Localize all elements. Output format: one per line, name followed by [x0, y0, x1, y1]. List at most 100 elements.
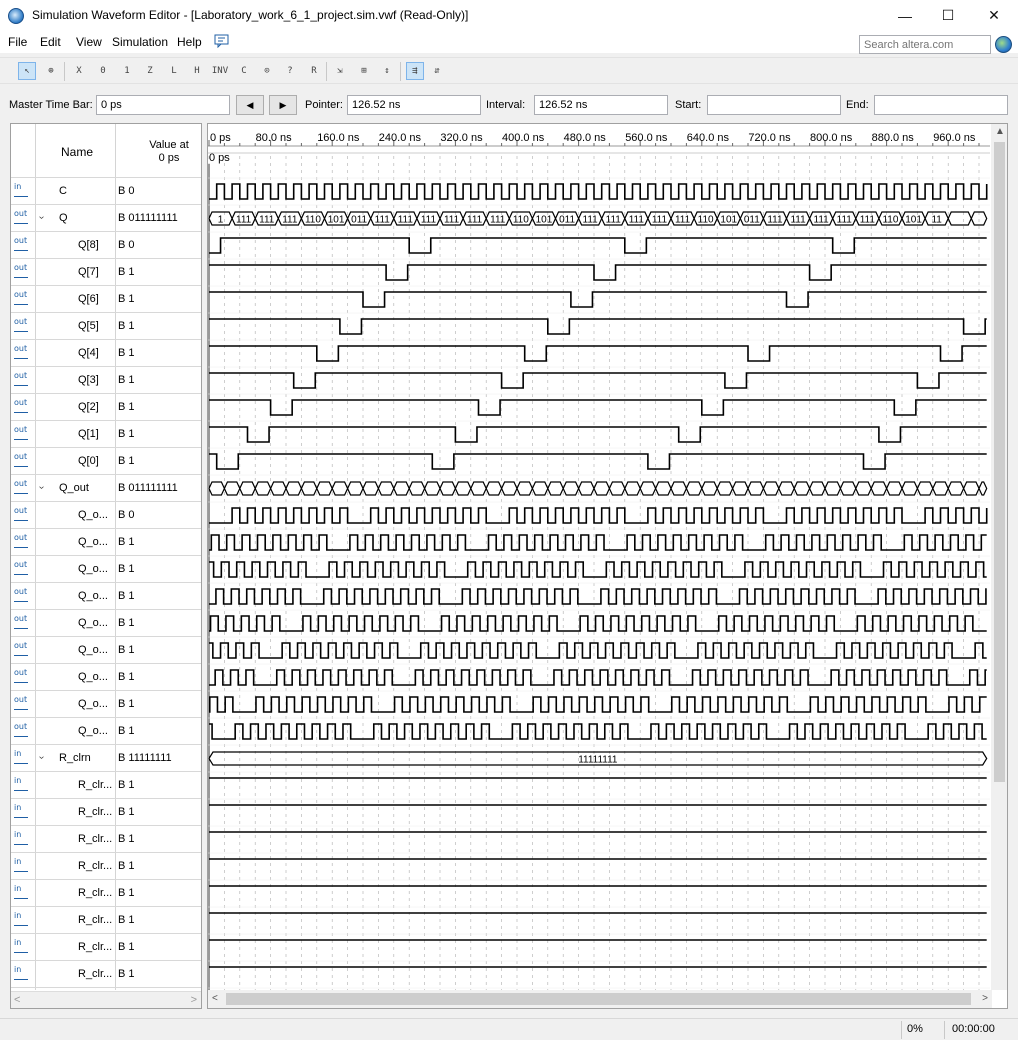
feedback-icon[interactable] [214, 34, 230, 48]
weak-low-icon[interactable]: L [165, 62, 183, 80]
show-grid-icon[interactable]: ⊞ [355, 62, 373, 80]
signal-row[interactable]: in R_clr... B 1 [11, 961, 201, 988]
signal-row[interactable]: in › R_clrn B 11111111 [11, 745, 201, 772]
group-icon[interactable]: ⇶ [406, 62, 424, 80]
globe-icon[interactable] [995, 36, 1012, 53]
bus-value-label: 111 [375, 215, 391, 226]
prev-transition-button[interactable]: ◀ [236, 95, 264, 115]
ungroup-icon[interactable]: ⇵ [428, 62, 446, 80]
signal-row[interactable]: out › Q_out B 011111111 [11, 475, 201, 502]
forcing-high-icon[interactable]: 1 [118, 62, 136, 80]
signal-name: Q[8] [78, 239, 99, 251]
waveform-canvas[interactable]: 0 ps 80.0 ns 160.0 ns 240.0 ns 320.0 ns 400.0… [208, 124, 992, 990]
menu-simulation[interactable]: Simulation [112, 35, 168, 49]
signal-row[interactable]: out Q[6] B 1 [11, 286, 201, 313]
cursor-label: 0 ps [209, 152, 230, 164]
expand-chevron-icon[interactable]: › [36, 756, 47, 759]
signal-waveform [209, 615, 987, 632]
out-bus-icon: out [14, 480, 30, 496]
count-value-icon[interactable]: C [235, 62, 253, 80]
signal-value: B 1 [118, 887, 135, 899]
menu-view[interactable]: View [76, 35, 102, 49]
selection-tool-icon[interactable]: ↖ [18, 62, 36, 80]
interval-field[interactable]: 126.52 ns [534, 95, 668, 115]
bus-value-label: 111 [790, 215, 806, 226]
signal-waveform [209, 426, 987, 443]
signal-row[interactable]: out Q[0] B 1 [11, 448, 201, 475]
signal-row[interactable]: out Q_o... B 1 [11, 583, 201, 610]
minimize-button[interactable]: — [882, 0, 928, 31]
scroll-up-icon[interactable]: ▲ [995, 126, 1005, 137]
menu-edit[interactable]: Edit [40, 35, 61, 49]
signal-row[interactable]: in R_clr... B 1 [11, 799, 201, 826]
unknown-icon[interactable]: X [70, 62, 88, 80]
signal-row[interactable]: out Q_o... B 1 [11, 718, 201, 745]
snap-to-grid-icon[interactable]: ⇲ [331, 62, 349, 80]
signal-row[interactable]: out Q[8] B 0 [11, 232, 201, 259]
signal-row[interactable]: out Q[5] B 1 [11, 313, 201, 340]
menu-help[interactable]: Help [177, 35, 202, 49]
signal-value: B 1 [118, 968, 135, 980]
bus-segment [485, 481, 503, 496]
weak-high-icon[interactable]: H [188, 62, 206, 80]
signal-row[interactable]: in R_clr... B 1 [11, 907, 201, 934]
zoom-tool-icon[interactable]: ⊕ [42, 62, 60, 80]
signal-name: Q[4] [78, 347, 99, 359]
high-impedance-icon[interactable]: Z [141, 62, 159, 80]
arbitrary-value-icon[interactable]: R [305, 62, 323, 80]
signal-row[interactable]: out Q_o... B 1 [11, 610, 201, 637]
scroll-left-icon[interactable]: < [212, 993, 218, 1004]
signal-row[interactable]: out Q_o... B 1 [11, 664, 201, 691]
close-button[interactable]: ✕ [971, 0, 1017, 31]
sort-icon[interactable]: ↕ [378, 62, 396, 80]
scroll-right-icon[interactable]: > [982, 993, 988, 1004]
maximize-button[interactable]: ☐ [925, 0, 971, 31]
horizontal-scroll-thumb[interactable] [226, 993, 971, 1005]
expand-chevron-icon[interactable]: › [36, 216, 47, 219]
value-column-header[interactable]: Value at 0 ps [126, 139, 201, 165]
signal-row[interactable]: out Q[1] B 1 [11, 421, 201, 448]
vertical-scroll-thumb[interactable] [994, 142, 1005, 782]
signal-row[interactable]: out Q[7] B 1 [11, 259, 201, 286]
invert-icon[interactable]: INV [211, 62, 229, 80]
forcing-low-icon[interactable]: 0 [94, 62, 112, 80]
signal-row[interactable]: in R_clr... B 1 [11, 772, 201, 799]
signal-row[interactable]: out Q[4] B 1 [11, 340, 201, 367]
time-tick-label: 560.0 ns [625, 132, 668, 144]
name-column-header[interactable]: Name [61, 145, 93, 159]
waveform-horizontal-scrollbar[interactable]: < > [208, 990, 992, 1008]
signal-value: B 1 [118, 941, 135, 953]
start-field[interactable] [707, 95, 841, 115]
signal-row[interactable]: out Q_o... B 1 [11, 556, 201, 583]
pointer-field[interactable]: 126.52 ns [347, 95, 481, 115]
overwrite-clock-icon[interactable]: ⊙ [258, 62, 276, 80]
signal-row[interactable]: out Q[2] B 1 [11, 394, 201, 421]
signal-row[interactable]: out Q[3] B 1 [11, 367, 201, 394]
master-time-bar-field[interactable]: 0 ps [96, 95, 230, 115]
signal-row[interactable]: in R_clr... B 1 [11, 826, 201, 853]
signal-row[interactable]: in C B 0 [11, 178, 201, 205]
random-values-icon[interactable]: ? [281, 62, 299, 80]
name-panel-scrollbar[interactable]: < > [11, 991, 201, 1008]
search-input[interactable] [859, 35, 991, 54]
expand-chevron-icon[interactable]: › [36, 486, 47, 489]
signal-row[interactable]: in R_clr... B 1 [11, 853, 201, 880]
signal-row[interactable]: out Q_o... B 0 [11, 502, 201, 529]
elapsed-time: 00:00:00 [952, 1023, 995, 1035]
signal-value: B 1 [118, 536, 135, 548]
input-pin-icon: in [14, 777, 30, 793]
master-time-bar-label: Master Time Bar: [9, 99, 93, 111]
next-transition-button[interactable]: ▶ [269, 95, 297, 115]
signal-row[interactable]: out Q_o... B 1 [11, 691, 201, 718]
signal-row[interactable]: in R_clr... B 1 [11, 880, 201, 907]
signal-name: R_clr... [78, 941, 113, 953]
output-pin-icon: out [14, 399, 30, 415]
menu-file[interactable]: File [8, 35, 27, 49]
signal-row[interactable]: in R_clr... B 1 [11, 934, 201, 961]
signal-row[interactable]: out Q_o... B 1 [11, 529, 201, 556]
signal-row[interactable]: out › Q B 011111111 [11, 205, 201, 232]
signal-row[interactable]: out Q_o... B 1 [11, 637, 201, 664]
waveform-vertical-scrollbar[interactable]: ▲ [991, 124, 1007, 990]
end-field[interactable] [874, 95, 1008, 115]
signal-value: B 011111111 [118, 482, 178, 494]
